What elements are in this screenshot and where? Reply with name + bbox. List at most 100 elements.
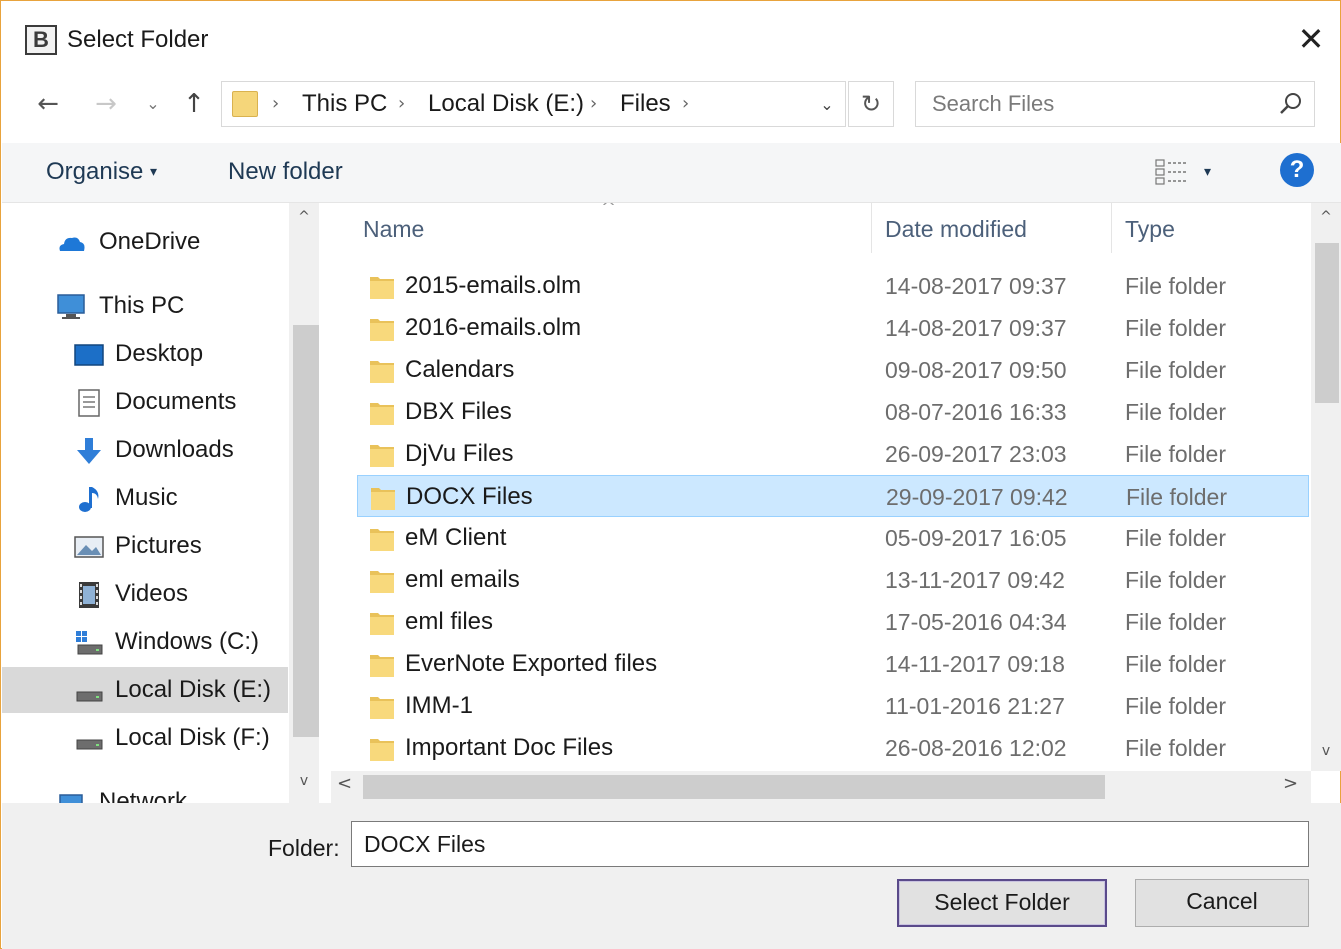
table-row[interactable]: eM Client 05-09-2017 16:05 File folder: [357, 517, 1309, 559]
file-date-modified: 14-08-2017 09:37: [885, 315, 1067, 341]
back-arrow-icon[interactable]: ←: [31, 85, 65, 123]
sidebar-item-network[interactable]: Network: [2, 779, 288, 803]
select-folder-button[interactable]: Select Folder: [897, 879, 1107, 927]
sidebar-item-local-disk-e[interactable]: Local Disk (E:): [2, 667, 288, 713]
folder-icon: [370, 655, 394, 677]
breadcrumb-separator-icon: ›: [590, 93, 598, 114]
column-header-name[interactable]: Name: [363, 213, 424, 245]
table-row[interactable]: Important Doc Files 26-08-2016 12:02 File …: [357, 727, 1309, 769]
file-date-modified: 26-08-2016 12:02: [885, 735, 1067, 761]
music-icon: [79, 487, 99, 512]
scrollbar-thumb[interactable]: [1315, 243, 1339, 403]
sidebar-scrollbar[interactable]: ^ v: [289, 203, 319, 803]
folder-icon: [370, 319, 394, 341]
address-bar[interactable]: › This PC › Local Disk (E:) › Files › ⌄: [221, 81, 846, 127]
file-date-modified: 11-01-2016 21:27: [885, 693, 1065, 719]
chevron-down-icon[interactable]: ⌄: [812, 90, 842, 120]
sidebar-item-pictures[interactable]: Pictures: [2, 523, 288, 569]
sidebar-item-onedrive[interactable]: OneDrive: [2, 219, 288, 265]
column-header-type[interactable]: Type: [1125, 213, 1175, 245]
table-row[interactable]: eml emails 13-11-2017 09:42 File folder: [357, 559, 1309, 601]
column-divider[interactable]: [1111, 203, 1112, 253]
up-arrow-icon[interactable]: ↑: [177, 85, 211, 123]
file-type: File folder: [1125, 735, 1226, 761]
file-date-modified: 08-07-2016 16:33: [885, 399, 1067, 425]
search-icon[interactable]: [1276, 89, 1306, 119]
help-icon[interactable]: ?: [1280, 153, 1314, 187]
file-name: EverNote Exported files: [405, 650, 658, 677]
breadcrumb-files[interactable]: Files: [620, 89, 671, 119]
scrollbar-thumb[interactable]: [363, 775, 1105, 799]
table-row[interactable]: DOCX Files 29-09-2017 09:42 File folder: [357, 475, 1309, 517]
table-row[interactable]: 2015-emails.olm 14-08-2017 09:37 File fold…: [357, 265, 1309, 307]
forward-arrow-icon[interactable]: →: [89, 85, 123, 123]
close-button[interactable]: ✕: [1291, 21, 1331, 57]
drive-icon: [76, 739, 103, 750]
scroll-down-icon[interactable]: v: [289, 773, 319, 789]
table-row[interactable]: DBX Files 08-07-2016 16:33 File folder: [357, 391, 1309, 433]
table-row[interactable]: IMM-1 11-01-2016 21:27 File folder: [357, 685, 1309, 727]
column-divider[interactable]: [871, 203, 872, 253]
file-name: DjVu Files: [405, 440, 514, 467]
app-icon: B: [25, 25, 57, 55]
file-name: 2015-emails.olm: [405, 272, 582, 299]
file-type: File folder: [1125, 357, 1226, 383]
network-icon: [59, 794, 83, 803]
file-name: IMM-1: [405, 692, 473, 719]
sidebar-item-label: Windows (C:): [115, 628, 260, 655]
sidebar-item-desktop[interactable]: Desktop: [2, 331, 288, 377]
scroll-up-icon[interactable]: ^: [289, 209, 319, 225]
table-row[interactable]: EverNote Exported files 14-11-2017 09:18 F…: [357, 643, 1309, 685]
folder-icon: [370, 445, 394, 467]
refresh-icon[interactable]: ↻: [848, 81, 894, 127]
file-list-vertical-scrollbar[interactable]: ^ v: [1311, 203, 1341, 771]
windows-drive-icon: [76, 631, 103, 655]
file-type: File folder: [1125, 567, 1226, 593]
sidebar-item-windows-c[interactable]: Windows (C:): [2, 619, 288, 665]
table-row[interactable]: Calendars 09-08-2017 09:50 File folder: [357, 349, 1309, 391]
view-options-icon[interactable]: [1154, 157, 1190, 187]
folder-label: Folder:: [268, 835, 340, 861]
file-date-modified: 26-09-2017 23:03: [885, 441, 1067, 467]
file-type: File folder: [1125, 273, 1226, 299]
sidebar-item-label: This PC: [99, 292, 185, 319]
table-row[interactable]: eml files 17-05-2016 04:34 File folder: [357, 601, 1309, 643]
breadcrumb-local-disk-e[interactable]: Local Disk (E:): [428, 89, 584, 119]
column-header-date[interactable]: Date modified: [885, 213, 1027, 245]
new-folder-button[interactable]: New folder: [228, 155, 343, 189]
sidebar-item-music[interactable]: Music: [2, 475, 288, 521]
folder-name-field[interactable]: [351, 821, 1309, 867]
sidebar-item-local-disk-f[interactable]: Local Disk (F:): [2, 715, 288, 761]
caret-down-icon[interactable]: ▾: [1204, 155, 1211, 189]
sidebar-item-label: Music: [115, 484, 178, 511]
scroll-down-icon[interactable]: v: [1311, 743, 1341, 759]
file-date-modified: 17-05-2016 04:34: [885, 609, 1067, 635]
cloud-icon: [59, 237, 85, 251]
sidebar-item-documents[interactable]: Documents: [2, 379, 288, 425]
recent-locations-chevron-icon[interactable]: ⌄: [141, 85, 165, 123]
command-toolbar: Organise ▾ New folder ▾ ?: [2, 143, 1341, 203]
table-row[interactable]: DjVu Files 26-09-2017 23:03 File folder: [357, 433, 1309, 475]
file-date-modified: 29-09-2017 09:42: [886, 484, 1068, 510]
breadcrumb-this-pc[interactable]: This PC: [302, 89, 387, 119]
sidebar-item-videos[interactable]: Videos: [2, 571, 288, 617]
search-input[interactable]: [932, 88, 1252, 120]
navigation-pane: OneDrive This PC Desktop Documents Downl…: [2, 203, 288, 803]
file-list-horizontal-scrollbar[interactable]: < >: [331, 771, 1311, 803]
downloads-icon: [77, 438, 101, 464]
sidebar-item-label: Pictures: [115, 532, 202, 559]
table-row[interactable]: 2016-emails.olm 14-08-2017 09:37 File fold…: [357, 307, 1309, 349]
search-box[interactable]: [915, 81, 1315, 127]
scrollbar-thumb[interactable]: [293, 325, 319, 737]
cancel-button[interactable]: Cancel: [1135, 879, 1309, 927]
organise-button[interactable]: Organise: [46, 155, 143, 189]
breadcrumb-separator-icon[interactable]: ›: [682, 91, 689, 117]
scroll-right-icon[interactable]: >: [1283, 773, 1298, 794]
sidebar-item-this-pc[interactable]: This PC: [2, 283, 288, 329]
caret-down-icon[interactable]: ▾: [150, 155, 157, 189]
sidebar-item-label: Desktop: [115, 340, 204, 367]
drive-icon: [76, 691, 103, 702]
scroll-up-icon[interactable]: ^: [1311, 209, 1341, 225]
scroll-left-icon[interactable]: <: [337, 773, 352, 794]
sidebar-item-downloads[interactable]: Downloads: [2, 427, 288, 473]
